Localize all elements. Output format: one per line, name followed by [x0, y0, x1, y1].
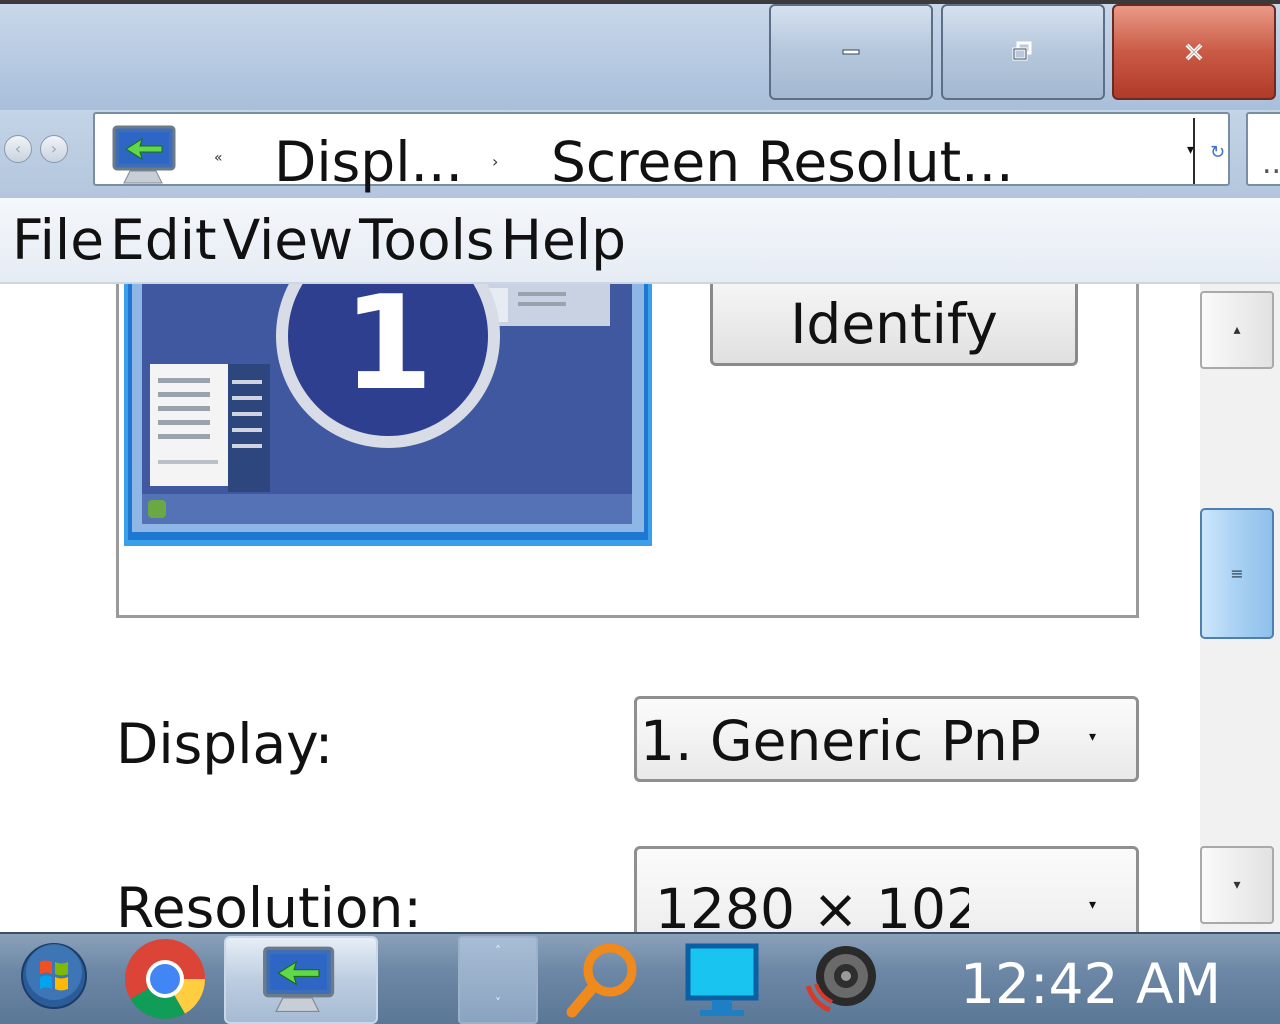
close-icon [1185, 43, 1203, 61]
system-clock[interactable]: 12:42 AM [960, 952, 1221, 1016]
display-control-panel-icon [112, 125, 176, 184]
taskbar-display-settings[interactable] [224, 936, 378, 1024]
monitor-number: 1 [343, 284, 433, 419]
resolution-select[interactable]: 1280 × 1024 ▾ [634, 846, 1139, 946]
menu-edit[interactable]: Edit [110, 208, 217, 272]
monitor-1-preview[interactable]: 1 [124, 284, 652, 546]
scroll-thumb[interactable]: ≡ [1200, 508, 1274, 639]
search-box[interactable]: .. [1246, 112, 1280, 186]
monitor-icon[interactable] [684, 942, 760, 1020]
resolution-label: Resolution: [116, 876, 422, 940]
menu-bar: File Edit View Tools Help [0, 198, 1280, 284]
display-label: Display: [116, 712, 334, 776]
identify-button[interactable]: Identify [710, 284, 1078, 366]
chrome-icon[interactable] [122, 936, 208, 1022]
menu-tools[interactable]: Tools [359, 208, 495, 272]
restore-icon [1012, 41, 1032, 61]
menu-file[interactable]: File [12, 208, 104, 272]
overflow-down-icon: ˅ [495, 996, 501, 1010]
display-select[interactable]: 1. Generic PnP Monitor ▾ [634, 696, 1139, 782]
scroll-down-button[interactable]: ▾ [1200, 846, 1274, 924]
overflow-up-icon: ˄ [495, 944, 501, 958]
windows-start-icon[interactable] [20, 942, 88, 1010]
breadcrumb-display[interactable]: Displ... [274, 130, 463, 194]
scroll-up-button[interactable]: ▴ [1200, 291, 1274, 369]
breadcrumb-overflow-chevron[interactable]: « [214, 150, 223, 166]
menu-view[interactable]: View [223, 208, 354, 272]
display-control-panel-icon [263, 946, 335, 1013]
minimize-icon [842, 49, 860, 55]
menu-help[interactable]: Help [501, 208, 626, 272]
close-button[interactable] [1112, 4, 1276, 100]
refresh-icon[interactable]: ↻ [1210, 142, 1225, 163]
restore-button[interactable] [941, 4, 1105, 100]
back-arrow-icon[interactable]: ‹ [4, 135, 32, 163]
display-select-value: 1. Generic PnP Monitor [640, 709, 1050, 773]
taskbar-overflow-button[interactable]: ˄ ˅ [458, 936, 538, 1024]
minimize-button[interactable] [769, 4, 933, 100]
breadcrumb-screen-resolution[interactable]: Screen Resolut... [551, 130, 1014, 194]
chevron-down-icon: ▾ [1089, 897, 1097, 913]
forward-arrow-icon[interactable]: › [40, 135, 68, 163]
magnifier-icon[interactable] [560, 940, 644, 1020]
address-history-dropdown[interactable]: ▾ [1187, 142, 1194, 158]
chevron-down-icon: ▾ [1089, 729, 1097, 745]
speaker-icon[interactable] [800, 938, 880, 1020]
breadcrumb-separator-arrow[interactable]: › [492, 152, 498, 171]
